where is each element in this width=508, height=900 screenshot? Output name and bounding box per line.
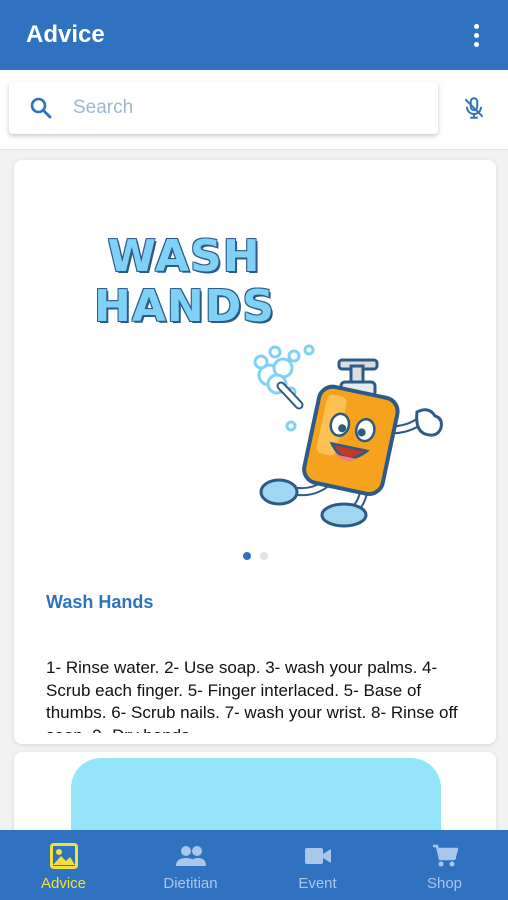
advice-card[interactable]: WASH HANDS Wash Hands 1- Rinse water. 2-… xyxy=(14,160,496,744)
overflow-menu-button[interactable] xyxy=(466,15,486,55)
voice-search-button[interactable] xyxy=(458,92,490,124)
advice-description: 1- Rinse water. 2- Use soap. 3- wash you… xyxy=(46,658,458,733)
video-icon xyxy=(304,841,332,871)
carousel-dot-active[interactable] xyxy=(242,552,251,560)
nav-label: Event xyxy=(298,874,337,892)
nav-item-advice[interactable]: Advice xyxy=(0,830,127,900)
image-icon xyxy=(49,841,78,871)
carousel-dot[interactable] xyxy=(259,552,268,560)
nav-label: Dietitian xyxy=(163,874,218,892)
app-bar: Advice xyxy=(0,0,508,70)
nav-label: Shop xyxy=(426,874,463,892)
app-screen: Advice Search WASH HANDS Wash Hands 1- R… xyxy=(0,0,508,900)
more-vert-icon xyxy=(473,23,479,29)
soap-mascot-illustration xyxy=(253,344,443,528)
bottom-navigation: Advice Dietitian Event Shop xyxy=(0,830,508,900)
search-icon xyxy=(9,82,73,134)
nav-item-event[interactable]: Event xyxy=(254,830,381,900)
search-input[interactable] xyxy=(73,97,438,119)
mic-off-icon xyxy=(464,97,484,119)
nav-item-shop[interactable]: Shop xyxy=(381,830,508,900)
advice-title: Wash Hands xyxy=(46,592,154,612)
nav-label: Advice xyxy=(40,874,87,892)
nav-item-dietitian[interactable]: Dietitian xyxy=(127,830,254,900)
search-field[interactable] xyxy=(9,82,438,134)
carousel-indicator xyxy=(14,552,496,560)
search-bar xyxy=(0,70,508,150)
slide-title: WASH HANDS xyxy=(94,231,275,332)
people-icon xyxy=(175,841,206,871)
cart-icon xyxy=(432,841,458,871)
carousel-slide[interactable]: WASH HANDS xyxy=(14,160,496,550)
page-title: Advice xyxy=(26,21,105,48)
